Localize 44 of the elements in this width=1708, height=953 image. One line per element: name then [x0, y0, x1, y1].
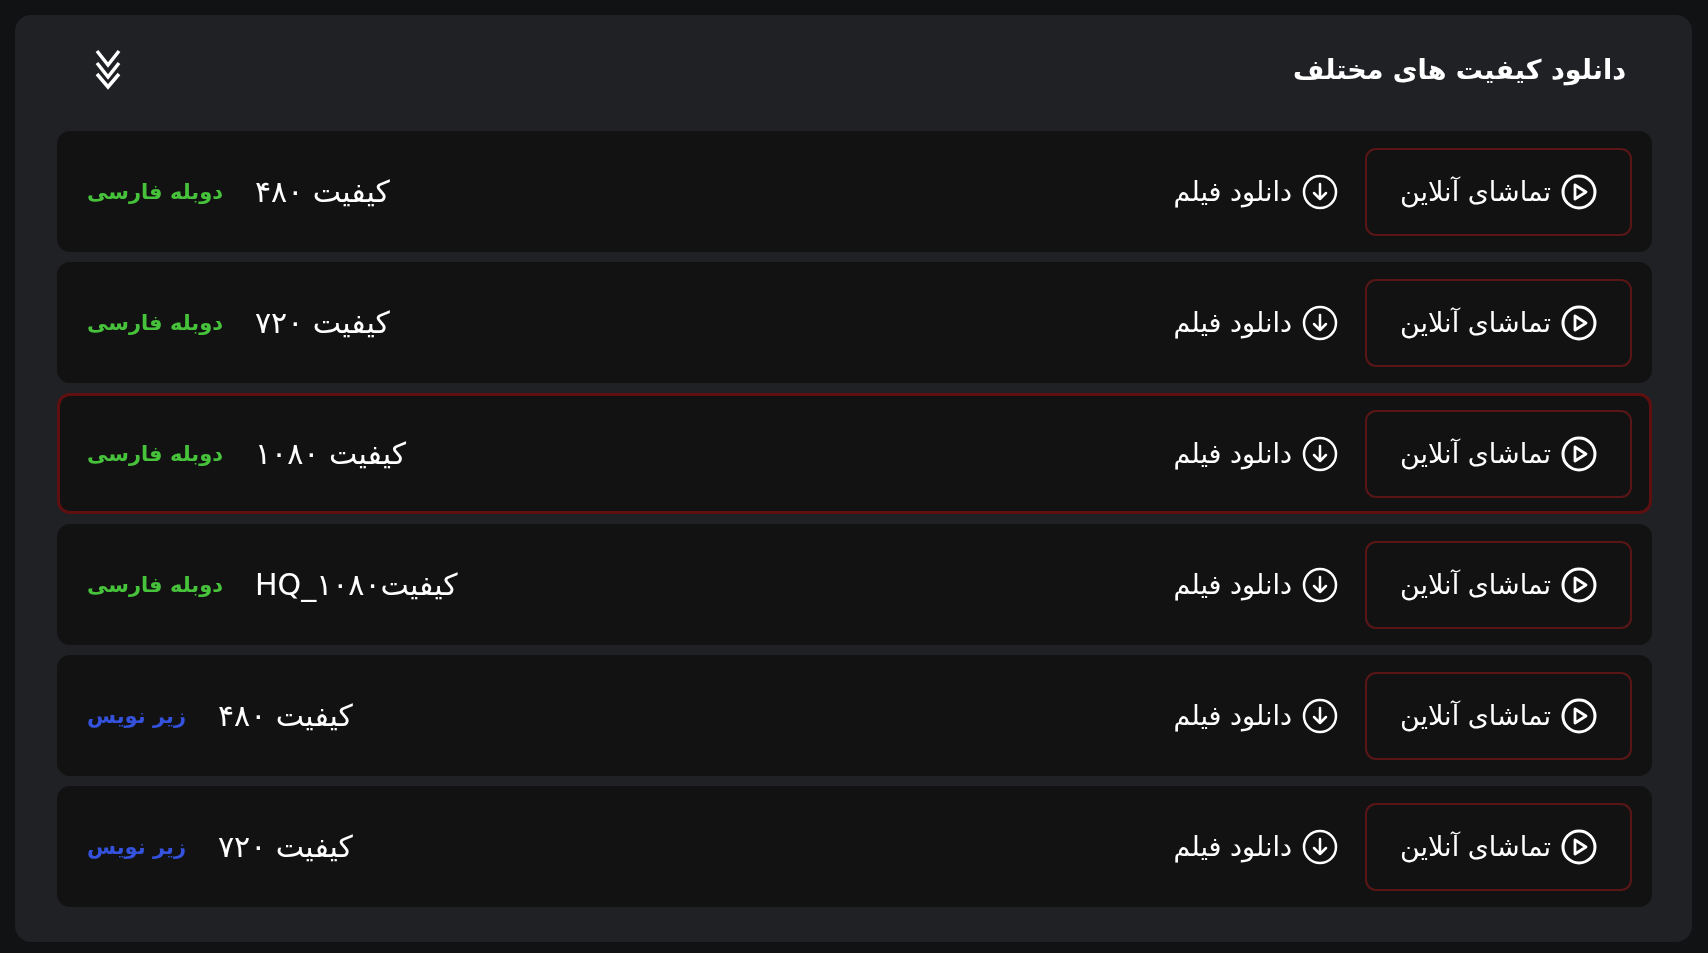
watch-online-button[interactable]: تماشای آنلاین	[1365, 278, 1632, 367]
watch-online-button[interactable]: تماشای آنلاین	[1365, 147, 1632, 236]
quality-row[interactable]: تماشای آنلاین دانلود فیلم کیفیت ۷۲۰ زیر نویس	[57, 786, 1652, 907]
watch-online-button[interactable]: تماشای آنلاین	[1365, 802, 1632, 891]
download-link[interactable]: دانلود فیلم	[1173, 828, 1338, 865]
quality-row[interactable]: تماشای آنلاین دانلود فیلم کیفیت ۴۸۰ دوبله فارسی	[57, 131, 1652, 252]
play-circle-icon	[1561, 828, 1598, 865]
download-link[interactable]: دانلود فیلم	[1173, 304, 1338, 341]
arrow-down-circle-icon	[1302, 304, 1338, 341]
selected-quality-row[interactable]: تماشای آنلاین دانلود فیلم کیفیت ۱۰۸۰ دوبله فارسی	[57, 393, 1652, 514]
double-chevron-down-icon[interactable]	[94, 48, 122, 90]
watch-online-button[interactable]: تماشای آنلاین	[1365, 409, 1632, 498]
play-circle-icon	[1561, 304, 1598, 341]
arrow-down-circle-icon	[1302, 173, 1338, 210]
quality-label: کیفیت ۷۲۰	[254, 305, 390, 340]
arrow-down-circle-icon	[1302, 828, 1338, 865]
play-circle-icon	[1561, 697, 1598, 734]
arrow-down-circle-icon	[1302, 697, 1338, 734]
quality-label: کیفیت۱۰۸۰_HQ	[254, 567, 458, 602]
download-link[interactable]: دانلود فیلم	[1173, 697, 1338, 734]
play-circle-icon	[1561, 173, 1598, 210]
quality-label: کیفیت ۷۲۰	[218, 829, 353, 864]
quality-label: کیفیت ۴۸۰	[218, 698, 353, 733]
play-circle-icon	[1561, 566, 1598, 603]
watch-online-button[interactable]: تماشای آنلاین	[1365, 671, 1632, 760]
quality-label: کیفیت ۱۰۸۰	[254, 436, 406, 471]
language-tag: دوبله فارسی	[87, 572, 223, 597]
quality-row[interactable]: تماشای آنلاین دانلود فیلم کیفیت ۴۸۰ زیر نویس	[57, 655, 1652, 776]
watch-online-button[interactable]: تماشای آنلاین	[1365, 540, 1632, 629]
quality-row[interactable]: تماشای آنلاین دانلود فیلم کیفیت ۷۲۰ دوبله فارسی	[57, 262, 1652, 383]
language-tag: دوبله فارسی	[87, 179, 223, 204]
quality-row[interactable]: تماشای آنلاین دانلود فیلم کیفیت۱۰۸۰_HQ دوبله فارسی	[57, 524, 1652, 645]
download-link[interactable]: دانلود فیلم	[1173, 566, 1338, 603]
language-tag: دوبله فارسی	[87, 441, 223, 466]
download-link[interactable]: دانلود فیلم	[1173, 435, 1338, 472]
language-tag: زیر نویس	[87, 834, 186, 859]
section-title: دانلود کیفیت های مختلف	[1293, 53, 1626, 85]
arrow-down-circle-icon	[1302, 435, 1338, 472]
play-circle-icon	[1561, 435, 1598, 472]
language-tag: دوبله فارسی	[87, 310, 223, 335]
quality-label: کیفیت ۴۸۰	[254, 174, 390, 209]
download-link[interactable]: دانلود فیلم	[1173, 173, 1338, 210]
arrow-down-circle-icon	[1302, 566, 1338, 603]
language-tag: زیر نویس	[87, 703, 186, 728]
